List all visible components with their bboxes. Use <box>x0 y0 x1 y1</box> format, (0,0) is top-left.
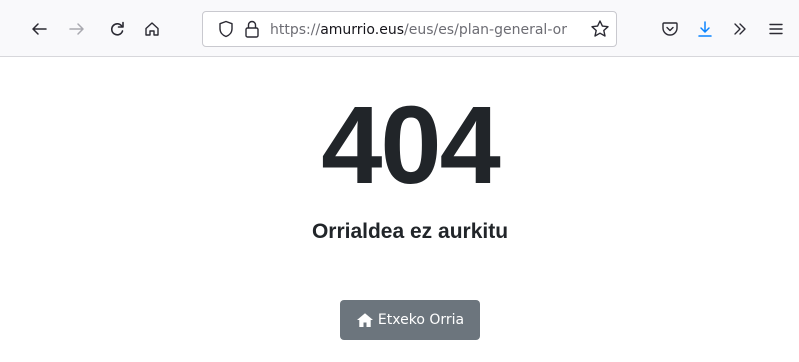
chevron-double-right-icon <box>734 23 746 35</box>
url-host: amurrio.eus <box>320 22 404 38</box>
arrow-left-icon <box>32 23 47 35</box>
overflow-menu-button[interactable] <box>727 16 753 42</box>
browser-toolbar: https://amurrio.eus/eus/es/plan-general-… <box>0 0 799 57</box>
hamburger-menu-icon <box>769 23 783 35</box>
url-text[interactable]: https://amurrio.eus/eus/es/plan-general-… <box>270 20 586 40</box>
home-page-button-label: Etxeko Orria <box>377 312 465 328</box>
download-icon <box>698 21 712 37</box>
forward-button[interactable] <box>64 16 90 42</box>
home-toolbar-button[interactable] <box>139 16 165 42</box>
error-message: Orrialdea ez aurkitu <box>311 220 509 243</box>
url-path: /eus/es/plan-general-or <box>403 22 567 38</box>
star-icon[interactable] <box>590 19 610 43</box>
address-bar[interactable]: https://amurrio.eus/eus/es/plan-general-… <box>202 11 617 47</box>
downloads-button[interactable] <box>692 16 718 42</box>
reload-icon <box>111 21 124 36</box>
back-button[interactable] <box>26 16 52 42</box>
pocket-icon <box>662 22 678 36</box>
error-code: 404 <box>321 84 501 207</box>
home-icon <box>356 313 373 327</box>
arrow-right-icon <box>69 23 84 35</box>
page-content: 404 Orrialdea ez aurkitu Etxeko Orria <box>0 58 799 362</box>
home-icon <box>145 22 159 36</box>
url-prefix: https:// <box>270 22 321 38</box>
shield-icon[interactable] <box>217 20 235 42</box>
lock-icon[interactable] <box>244 19 260 43</box>
reload-button[interactable] <box>104 16 130 42</box>
home-page-button[interactable]: Etxeko Orria <box>340 300 480 340</box>
pocket-button[interactable] <box>657 16 683 42</box>
app-menu-button[interactable] <box>763 16 789 42</box>
